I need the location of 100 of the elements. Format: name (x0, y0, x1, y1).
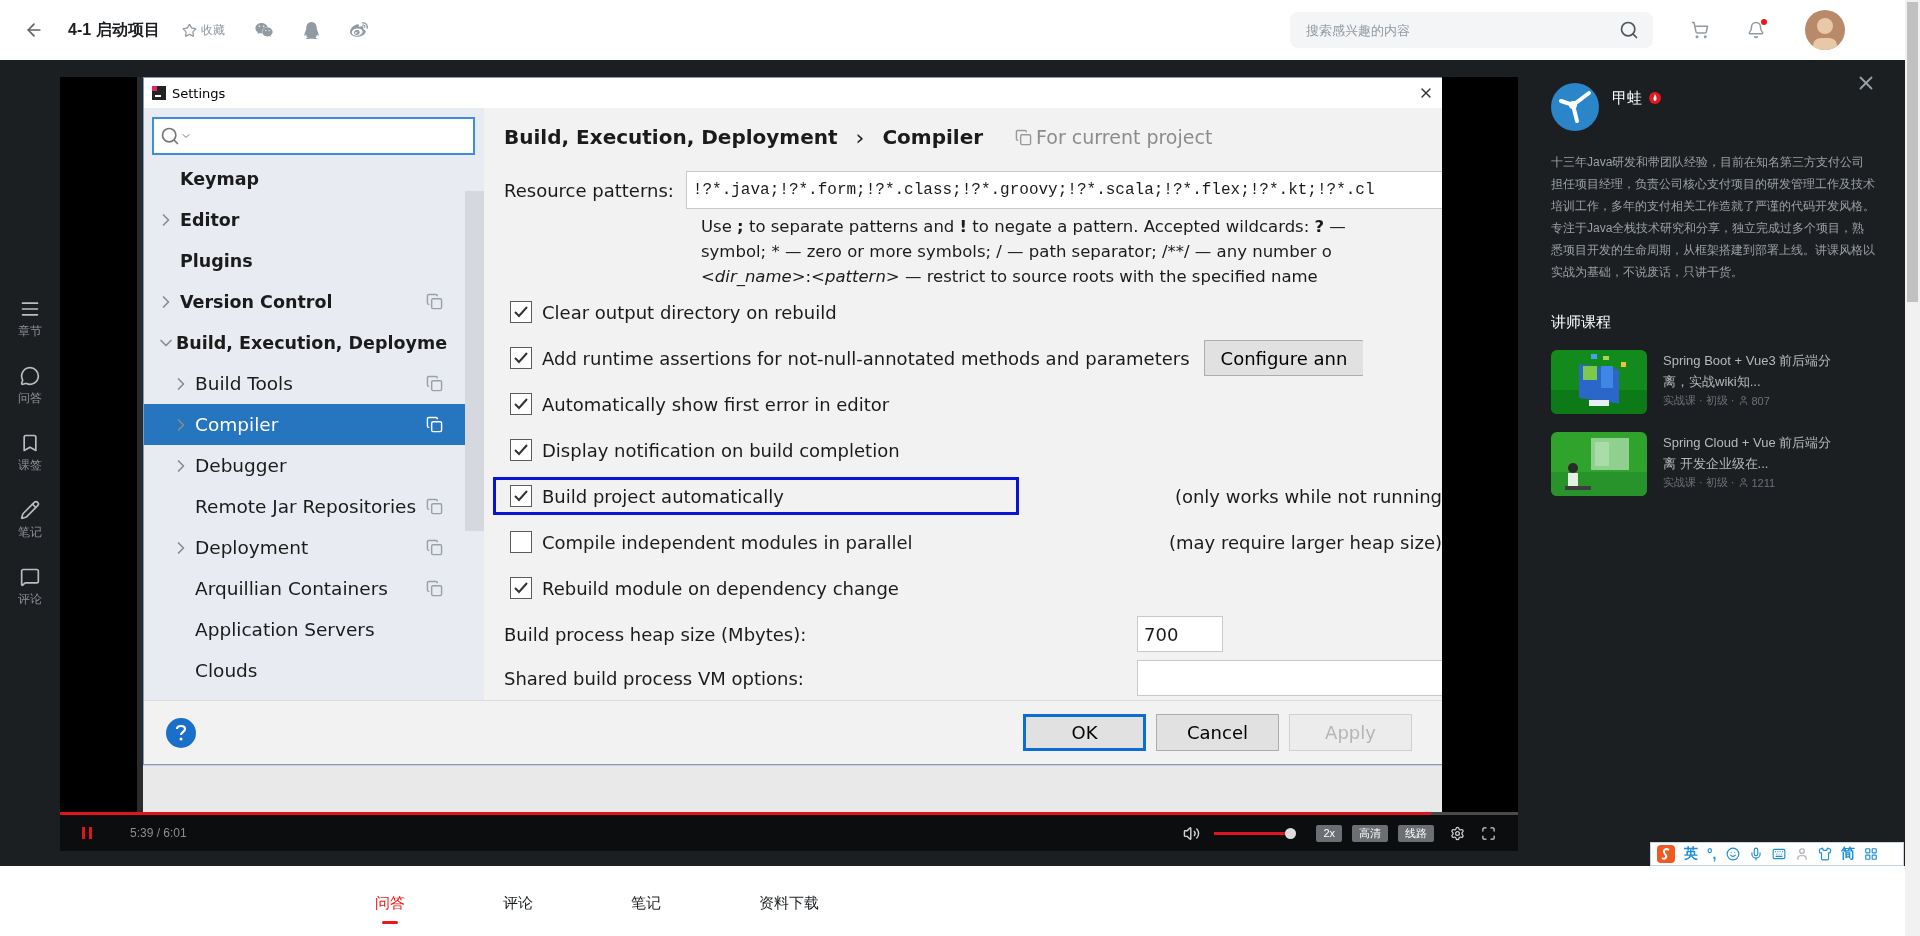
option-label: Display notification on build completion (542, 439, 900, 461)
tab[interactable]: 问答 (375, 866, 503, 936)
help-button[interactable] (166, 717, 196, 748)
section-title: 讲师课程 (1551, 313, 1612, 332)
side-nav-item[interactable]: 笔记 (18, 499, 42, 541)
ime-language[interactable]: 英 (1684, 845, 1698, 863)
help-text: Use ; to separate patterns and ! to negate a pattern. Accepted wildcards: ? — (701, 216, 1347, 238)
option-note: (only works while not running (1174, 485, 1442, 507)
side-nav-item[interactable]: 课签 (18, 432, 42, 474)
dialog-title: Settings (172, 85, 226, 101)
option-label: Add runtime assertions for not-null-annotated methods and parameters (542, 347, 1190, 369)
course-title[interactable]: Spring Cloud + Vue 前后端分离 开发企业级在... (1663, 432, 1835, 474)
player-option-button[interactable]: 2x (1316, 824, 1342, 842)
checkbox[interactable] (510, 531, 532, 553)
checkbox[interactable] (510, 439, 532, 461)
eye-swirl-icon[interactable] (349, 21, 368, 39)
tab[interactable]: 资料下载 (759, 866, 887, 936)
tree-item[interactable]: Editor (144, 199, 465, 240)
configure-button[interactable]: Configure ann (1203, 340, 1364, 376)
chat-bubbles-icon[interactable] (254, 21, 273, 39)
course-meta: 实战课 · 初级 · (1663, 393, 1735, 408)
side-nav-item[interactable]: 评论 (18, 566, 42, 608)
pause-icon[interactable] (80, 826, 94, 840)
tree-item[interactable]: Application Servers (144, 609, 465, 650)
ime-logo-icon[interactable] (1657, 845, 1675, 863)
tree-item[interactable]: Arquillian Containers (144, 568, 465, 609)
checkmark-icon (513, 350, 529, 366)
tree-item[interactable]: Debugger (144, 445, 465, 486)
checkbox[interactable] (510, 577, 532, 599)
ime-mode[interactable]: 简 (1840, 845, 1855, 863)
copy-icon (1015, 128, 1033, 146)
scope-label: For current project (1036, 126, 1213, 148)
player-option-button[interactable]: 高清 (1352, 824, 1388, 842)
search-bar[interactable]: 搜索感兴趣的内容 (1290, 12, 1653, 48)
search-icon[interactable] (1619, 20, 1639, 40)
field-label: Shared build process VM options: (504, 667, 805, 689)
branch-logo-icon (1551, 83, 1599, 131)
option-label: Compile independent modules in parallel (542, 531, 913, 553)
time-display: 5:39 / 6:01 (130, 826, 187, 840)
checkmark-icon (513, 488, 529, 504)
flame-badge-icon (1649, 92, 1661, 104)
smile-icon[interactable] (1725, 847, 1740, 861)
tree-item[interactable]: Clouds (144, 650, 465, 691)
scrollbar-thumb[interactable] (1907, 2, 1918, 302)
input-field[interactable]: !?*.java;!?*.form;!?*.class;!?*.groovy;!?*.scala;!?*.flex;!?*.kt;!?*.cl (685, 171, 1442, 209)
checkbox[interactable] (510, 393, 532, 415)
input-field[interactable] (1137, 660, 1442, 696)
breadcrumb-item: Build, Execution, Deployment (504, 125, 838, 149)
instructor-name: 甲蛙 (1612, 89, 1642, 108)
volume-slider[interactable] (1214, 827, 1297, 839)
checkbox[interactable] (510, 301, 532, 323)
player-option-button[interactable]: 线路 (1398, 824, 1434, 842)
tree-item[interactable]: Build, Execution, Deployme (144, 322, 465, 363)
cart-icon[interactable] (1691, 21, 1709, 39)
option-label: Automatically show first error in editor (542, 393, 890, 415)
penguin-icon[interactable] (302, 21, 320, 39)
checkbox[interactable] (510, 347, 532, 369)
settings-icon[interactable] (1450, 825, 1465, 841)
side-nav-item[interactable]: 章节 (18, 298, 42, 340)
tree-item[interactable]: Plugins (144, 240, 465, 281)
checkbox[interactable] (510, 485, 532, 507)
tree-item[interactable]: Version Control (144, 281, 465, 322)
ime-punctuation[interactable]: °, (1707, 846, 1717, 862)
star-icon[interactable] (181, 22, 197, 38)
tree-item[interactable]: Remote Jar Repositories (144, 486, 465, 527)
search-icon (160, 126, 180, 146)
shirt-icon[interactable] (1817, 847, 1832, 861)
course-title[interactable]: Spring Boot + Vue3 前后端分离，实战wiki知... (1663, 350, 1835, 392)
course-meta: 实战课 · 初级 · (1663, 475, 1735, 490)
person-icon[interactable] (1794, 847, 1809, 861)
tab[interactable]: 评论 (503, 866, 631, 936)
side-nav-item[interactable]: 问答 (18, 365, 42, 407)
tree-item[interactable]: Deployment (144, 527, 465, 568)
student-count: 807 (1751, 394, 1770, 407)
search-field[interactable]: 搜索感兴趣的内容 (1304, 21, 1619, 39)
tree-item[interactable]: Keymap (144, 158, 465, 199)
tree-item[interactable]: Compiler (144, 404, 465, 445)
tab[interactable]: 笔记 (631, 866, 759, 936)
checkmark-icon (513, 442, 529, 458)
grid-icon[interactable] (1863, 847, 1878, 861)
fullscreen-icon[interactable] (1481, 825, 1496, 841)
help-text: symbol; * — zero or more symbols; / — path separator; /**/ — any number o (701, 241, 1333, 263)
dialog-button[interactable]: Cancel (1156, 714, 1279, 751)
search-field[interactable] (152, 117, 475, 155)
volume-knob[interactable] (1285, 827, 1297, 839)
breadcrumb-item: Compiler (882, 125, 984, 149)
option-label: Rebuild module on dependency change (542, 577, 899, 599)
tree-item[interactable]: Build Tools (144, 363, 465, 404)
mic-icon[interactable] (1748, 847, 1763, 861)
dialog-button[interactable]: OK (1023, 714, 1146, 751)
input-field[interactable]: 700 (1137, 616, 1223, 652)
instructor-bio: 十三年Java研发和带团队经验，目前在知名第三方支付公司担任项目经理，负责公司核心支付项目的研发管理工作及技术培训工作，多年的支付相关工作造就了严谨的代码开发风格。专注于Java全栈技术研究和分享，独立完成过多个项目，熟悉项目开发的生命周期，从框架搭建到部署上线。讲课风格以实战为基础，不说废话，只讲干货。 (1551, 154, 1875, 281)
speech-bubble-icon (20, 365, 40, 386)
keyboard-icon[interactable] (1771, 847, 1786, 861)
scrollbar-thumb[interactable] (465, 191, 484, 531)
volume-icon[interactable] (1183, 824, 1201, 842)
breadcrumb-separator: › (855, 124, 865, 150)
avatar[interactable] (1805, 10, 1845, 50)
bell-icon[interactable] (1747, 21, 1765, 39)
student-count: 1211 (1751, 476, 1776, 489)
